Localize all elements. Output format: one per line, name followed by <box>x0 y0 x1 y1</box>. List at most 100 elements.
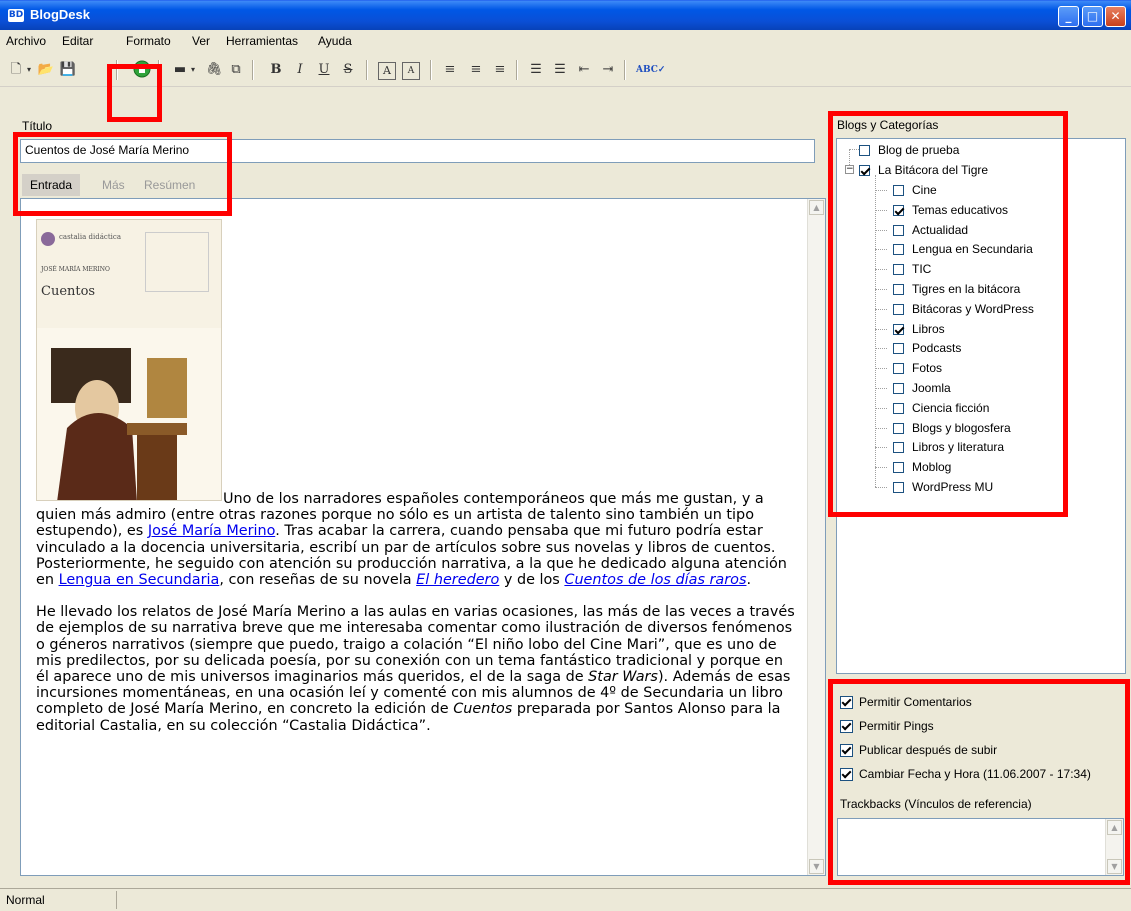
save-icon[interactable]: 💾 <box>58 60 78 80</box>
category-checkbox[interactable] <box>893 224 904 236</box>
trackbacks-input[interactable]: ▲ ▼ <box>837 818 1124 876</box>
new-document-icon[interactable]: 🗋 <box>6 60 26 80</box>
book-publisher: castalia didáctica <box>59 233 121 241</box>
trackbacks-scrollbar[interactable]: ▲ ▼ <box>1105 819 1123 875</box>
dropdown-arrow-icon[interactable]: ▾ <box>24 60 34 80</box>
font-size-increase-icon[interactable]: A <box>378 62 396 80</box>
blog-bitacora-checkbox[interactable] <box>859 165 870 176</box>
italic-button[interactable]: I <box>290 60 310 80</box>
menu-archivo[interactable]: Archivo <box>6 34 46 48</box>
category-label: Actualidad <box>912 222 969 237</box>
menu-bar: Archivo Editar Formato Ver Herramientas … <box>0 30 1131 52</box>
minimize-button[interactable]: _ <box>1058 6 1079 27</box>
category-label: Libros y literatura <box>912 440 1005 455</box>
category-checkbox[interactable] <box>893 264 904 276</box>
align-center-icon[interactable]: ≡ <box>466 60 486 80</box>
publish-after-upload-checkbox[interactable] <box>840 744 853 757</box>
numbered-list-icon[interactable]: ☰ <box>526 60 546 80</box>
indent-icon[interactable]: ⇥ <box>598 60 618 80</box>
change-date-checkbox[interactable] <box>840 768 853 781</box>
category-label: Moblog <box>912 460 952 475</box>
underline-button[interactable]: U <box>314 60 334 80</box>
allow-comments-checkbox[interactable] <box>840 696 853 709</box>
category-label: Blogs y blogosfera <box>912 420 1011 435</box>
trackbacks-scroll-down-icon[interactable]: ▼ <box>1107 859 1122 874</box>
tab-mas[interactable]: Más <box>94 174 133 196</box>
category-label: Temas educativos <box>912 202 1009 217</box>
menu-formato[interactable]: Formato <box>126 34 171 48</box>
category-checkbox[interactable] <box>893 204 904 216</box>
open-folder-icon[interactable]: 📂 <box>36 60 56 80</box>
category-checkbox[interactable] <box>893 363 904 375</box>
bold-button[interactable]: B <box>266 60 286 80</box>
bullet-list-icon[interactable]: ☰ <box>550 60 570 80</box>
category-label: Fotos <box>912 361 943 376</box>
editor-scrollbar[interactable]: ▲ ▼ <box>807 199 825 875</box>
link-lengua-en-secundaria[interactable]: Lengua en Secundaria <box>59 572 220 588</box>
category-checkbox[interactable] <box>893 244 904 256</box>
category-checkbox[interactable] <box>893 462 904 474</box>
toolbar: 🗋 ▾ 📂 💾 ▬ ▾ 🖇 ⧉ B I U S A A ≡ ≡ ≡ ☰ ☰ ⇤ … <box>0 52 1131 87</box>
scroll-down-icon[interactable]: ▼ <box>809 859 824 874</box>
image-dropdown-icon[interactable]: ▾ <box>188 60 198 80</box>
category-label: Ciencia ficción <box>912 400 990 415</box>
tab-entrada[interactable]: Entrada <box>22 174 81 196</box>
book-cover-image: castalia didáctica JOSÉ MARÍA MERINO Cue… <box>36 219 222 501</box>
publisher-logo <box>41 232 55 246</box>
category-label: Cine <box>912 183 937 197</box>
trackbacks-scroll-up-icon[interactable]: ▲ <box>1107 820 1122 835</box>
tab-resumen[interactable]: Resúmen <box>136 174 203 196</box>
book-blurb-box <box>145 232 209 292</box>
strikethrough-button[interactable]: S <box>338 60 358 80</box>
status-bar: Normal <box>0 888 1131 911</box>
paragraph-2: He llevado los relatos de José María Mer… <box>36 604 795 734</box>
category-checkbox[interactable] <box>893 185 904 196</box>
category-label: Tigres en la bitácora <box>912 282 1021 296</box>
category-label: Libros <box>912 321 945 336</box>
unlink-icon[interactable]: ⧉ <box>226 60 246 80</box>
book-cover-painting <box>37 328 221 500</box>
align-right-icon[interactable]: ≡ <box>490 60 510 80</box>
collapse-icon[interactable]: − <box>845 165 854 174</box>
title-input[interactable]: Cuentos de José María Merino <box>20 139 815 163</box>
category-checkbox[interactable] <box>893 402 904 414</box>
window-title: BlogDesk <box>30 7 90 22</box>
maximize-button[interactable]: □ <box>1082 6 1103 27</box>
category-checkbox[interactable] <box>893 323 904 335</box>
allow-pings-checkbox[interactable] <box>840 720 853 733</box>
category-label: Podcasts <box>912 341 962 356</box>
blogs-category-tree[interactable]: Blog de prueba − La Bitácora del Tigre C… <box>836 138 1126 674</box>
category-checkbox[interactable] <box>893 442 904 454</box>
category-label: Lengua en Secundaria <box>912 242 1033 257</box>
menu-ayuda[interactable]: Ayuda <box>318 34 352 48</box>
post-editor[interactable]: castalia didáctica JOSÉ MARÍA MERINO Cue… <box>20 198 826 876</box>
category-checkbox[interactable] <box>893 383 904 394</box>
menu-editar[interactable]: Editar <box>62 34 93 48</box>
category-label: WordPress MU <box>912 480 994 494</box>
link-icon[interactable]: 🖇 <box>204 60 224 80</box>
image-icon[interactable]: ▬ <box>170 60 190 80</box>
category-label: Bitácoras y WordPress <box>912 301 1034 316</box>
align-left-icon[interactable]: ≡ <box>440 60 460 80</box>
outdent-icon[interactable]: ⇤ <box>574 60 594 80</box>
link-el-heredero[interactable]: El heredero <box>416 572 499 588</box>
scroll-up-icon[interactable]: ▲ <box>809 200 824 215</box>
category-checkbox[interactable] <box>893 284 904 295</box>
blogs-panel-label: Blogs y Categorías <box>837 118 939 132</box>
menu-ver[interactable]: Ver <box>192 34 210 48</box>
blog-prueba-checkbox[interactable] <box>859 145 870 156</box>
category-checkbox[interactable] <box>893 422 904 434</box>
category-checkbox[interactable] <box>893 482 904 493</box>
font-size-decrease-icon[interactable]: A <box>402 62 420 80</box>
status-text: Normal <box>6 893 45 907</box>
publish-icon[interactable] <box>132 60 152 80</box>
close-button[interactable]: ✕ <box>1105 6 1126 27</box>
category-checkbox[interactable] <box>893 343 904 355</box>
title-bar: BD BlogDesk _ □ ✕ <box>0 0 1131 30</box>
link-jose-maria-merino[interactable]: José María Merino <box>148 523 275 539</box>
post-body: Uno de los narradores españoles contempo… <box>36 491 796 750</box>
menu-herramientas[interactable]: Herramientas <box>226 34 298 48</box>
category-checkbox[interactable] <box>893 303 904 315</box>
link-cuentos-dias-raros[interactable]: Cuentos de los días raros <box>564 572 746 588</box>
spellcheck-icon[interactable]: ABC✓ <box>636 60 665 80</box>
